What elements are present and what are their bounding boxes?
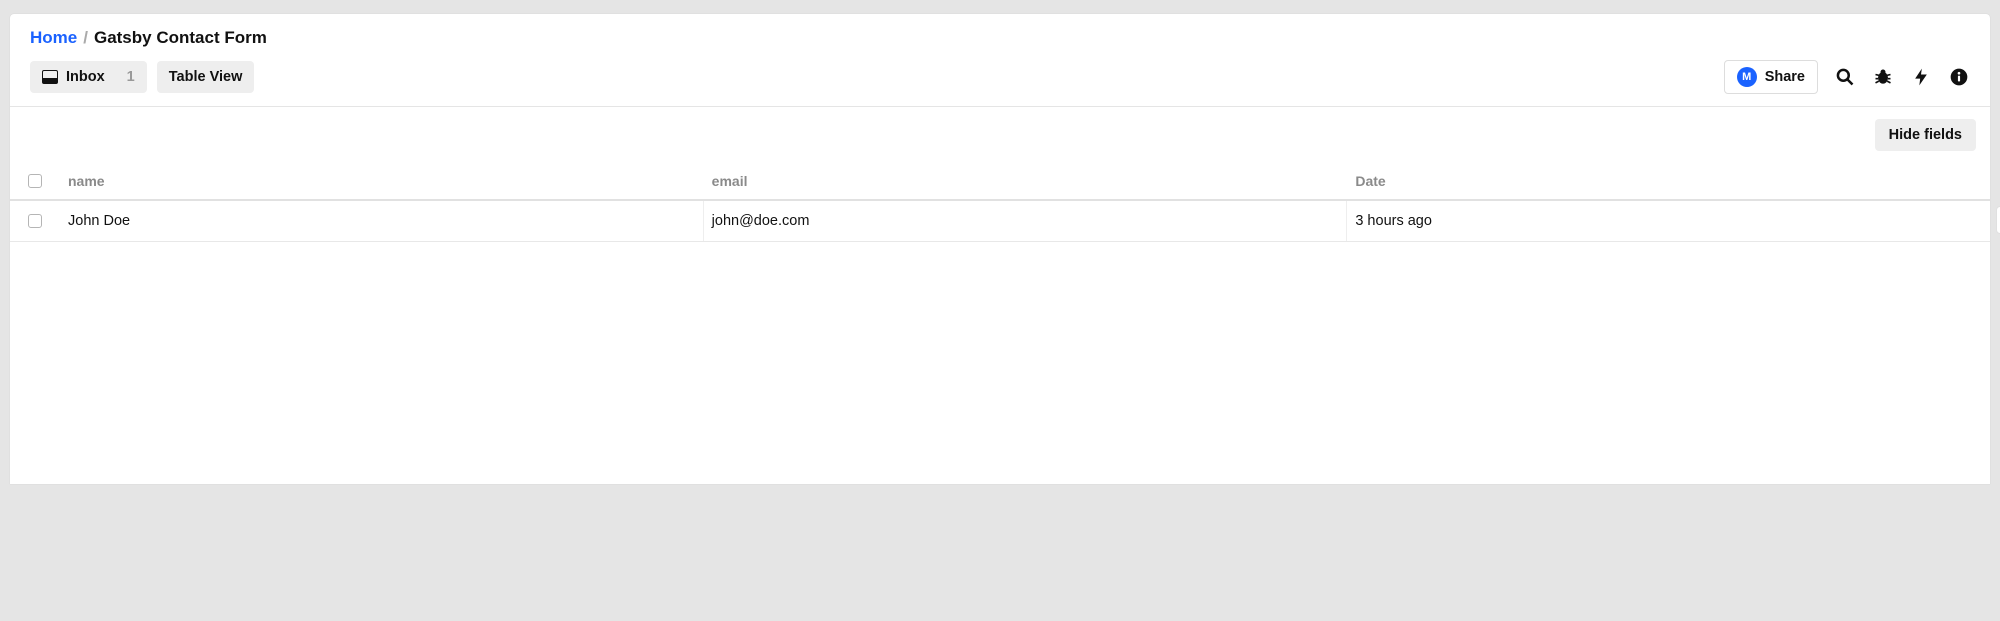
cell-email: john@doe.com bbox=[704, 201, 1348, 241]
select-all-checkbox[interactable] bbox=[28, 174, 42, 188]
cell-date: 3 hours ago bbox=[1347, 201, 1990, 241]
row-checkbox[interactable] bbox=[28, 214, 42, 228]
column-header-email[interactable]: email bbox=[704, 163, 1348, 199]
column-header-name[interactable]: name bbox=[60, 163, 704, 199]
table-view-tab[interactable]: Table View bbox=[157, 61, 255, 93]
breadcrumb-home-link[interactable]: Home bbox=[30, 28, 77, 48]
table-header-row: name email Date bbox=[10, 163, 1990, 201]
inbox-count: 1 bbox=[113, 69, 135, 85]
data-table: name email Date John Doe john@doe.com 3 … bbox=[10, 163, 1990, 242]
hide-fields-button[interactable]: Hide fields bbox=[1875, 119, 1976, 151]
inbox-tab[interactable]: Inbox 1 bbox=[30, 61, 147, 93]
search-icon bbox=[1835, 67, 1855, 87]
share-button[interactable]: M Share bbox=[1724, 60, 1818, 94]
share-label: Share bbox=[1765, 69, 1805, 85]
column-header-date[interactable]: Date bbox=[1347, 163, 1990, 199]
bug-button[interactable] bbox=[1872, 66, 1894, 88]
breadcrumb-current: Gatsby Contact Form bbox=[94, 28, 267, 48]
breadcrumb-separator: / bbox=[83, 28, 88, 48]
bug-icon bbox=[1873, 67, 1893, 87]
cell-name: John Doe bbox=[60, 201, 704, 241]
inbox-icon bbox=[42, 70, 58, 84]
info-button[interactable] bbox=[1948, 66, 1970, 88]
breadcrumb: Home / Gatsby Contact Form bbox=[30, 28, 1970, 48]
lightning-icon bbox=[1911, 67, 1931, 87]
info-icon bbox=[1949, 67, 1969, 87]
table-row[interactable]: John Doe john@doe.com 3 hours ago bbox=[10, 201, 1990, 242]
inbox-label: Inbox bbox=[66, 69, 105, 85]
share-avatar-badge: M bbox=[1737, 67, 1757, 87]
search-button[interactable] bbox=[1834, 66, 1856, 88]
lightning-button[interactable] bbox=[1910, 66, 1932, 88]
table-view-label: Table View bbox=[169, 69, 243, 85]
download-row-button[interactable] bbox=[1996, 206, 2000, 234]
